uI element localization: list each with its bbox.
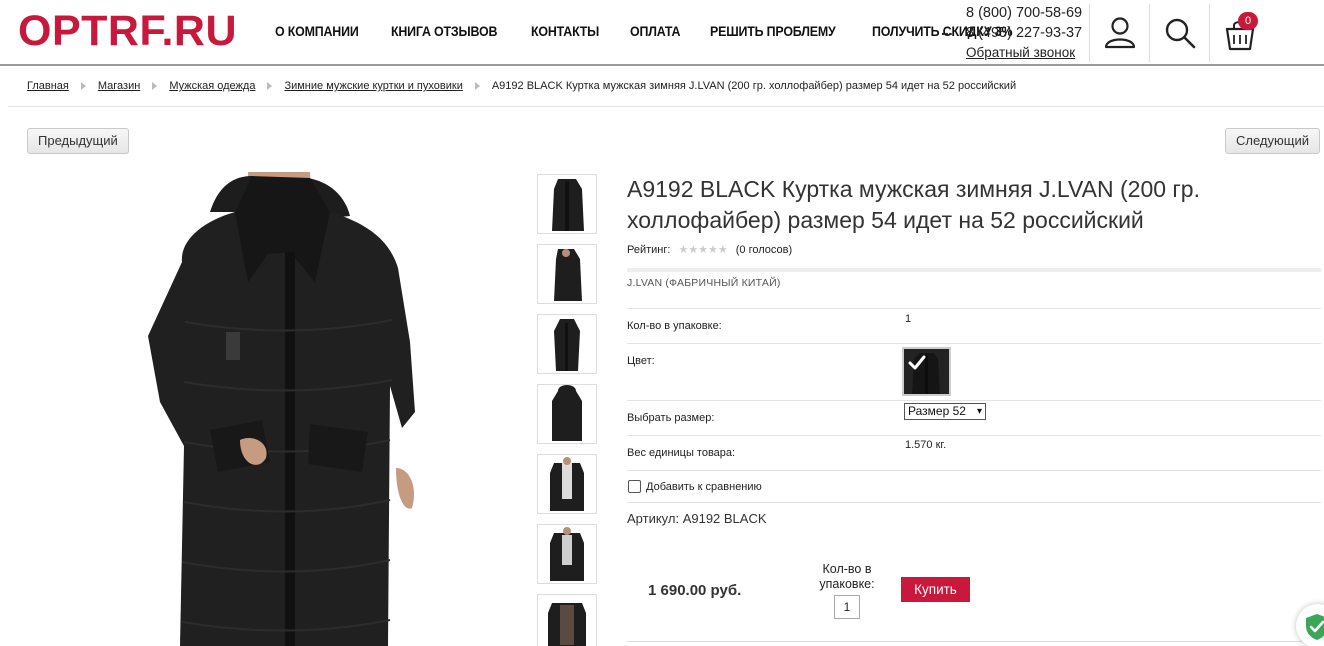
pack-quantity-label: Кол-во в упаковке: — [627, 320, 722, 332]
buy-button[interactable]: Купить — [901, 577, 970, 602]
cart-button[interactable] — [1209, 4, 1269, 62]
product-thumbnail[interactable] — [537, 384, 597, 444]
breadcrumb-winter-jackets[interactable]: Зимние мужские куртки и пуховики — [284, 80, 462, 92]
compare-checkbox-row[interactable]: Добавить к сравнению — [628, 480, 762, 493]
product-sku: Артикул: A9192 BLACK — [627, 511, 767, 526]
product-thumbnail[interactable] — [537, 244, 597, 304]
divider — [627, 502, 1321, 503]
breadcrumb-shop[interactable]: Магазин — [98, 80, 140, 92]
product-thumbnail[interactable] — [537, 594, 597, 646]
product-thumbnail[interactable] — [537, 174, 597, 234]
previous-product-button[interactable]: Предыдущий — [27, 128, 129, 154]
divider — [8, 106, 1324, 107]
size-select[interactable]: Размер 52 ▾ — [904, 403, 986, 420]
nav-solve-problem[interactable]: РЕШИТЬ ПРОБЛЕМУ — [710, 24, 836, 39]
nav-contacts[interactable]: КОНТАКТЫ — [531, 24, 599, 39]
divider — [627, 641, 1324, 642]
phone-2[interactable]: 8 (495) 227-93-37 — [966, 23, 1082, 43]
divider — [627, 470, 1321, 471]
chevron-down-icon: ▾ — [976, 406, 982, 417]
site-header: OPTRF.RU О КОМПАНИИ КНИГА ОТЗЫВОВ КОНТАК… — [0, 0, 1324, 66]
breadcrumb-separator-icon — [152, 82, 158, 90]
phone-1[interactable]: 8 (800) 700-58-69 — [966, 3, 1082, 23]
product-thumbnail[interactable] — [537, 524, 597, 584]
product-thumbnail[interactable] — [537, 454, 597, 514]
product-rating: Рейтинг: ★★★★★ (0 голосов) — [627, 243, 793, 257]
divider — [627, 308, 1321, 309]
divider — [627, 435, 1321, 436]
breadcrumb-separator-icon — [267, 82, 273, 90]
color-swatch-black[interactable] — [902, 347, 951, 396]
size-label: Выбрать размер: — [627, 412, 715, 424]
order-quantity-input[interactable]: 1 — [834, 595, 860, 619]
shield-check-icon — [1306, 614, 1324, 640]
breadcrumb: Главная Магазин Мужская одежда Зимние му… — [27, 80, 1016, 92]
rating-label: Рейтинг: — [627, 243, 671, 256]
user-icon — [1104, 17, 1136, 49]
unit-weight-value: 1.570 кг. — [905, 439, 947, 451]
breadcrumb-mens-clothing[interactable]: Мужская одежда — [169, 80, 255, 92]
checkmark-icon — [904, 349, 949, 394]
divider — [627, 268, 1321, 272]
product-thumbnail[interactable] — [537, 314, 597, 374]
main-nav: О КОМПАНИИ КНИГА ОТЗЫВОВ КОНТАКТЫ ОПЛАТА… — [275, 24, 1049, 39]
divider — [627, 400, 1321, 401]
security-badge[interactable] — [1296, 604, 1324, 646]
compare-label[interactable]: Добавить к сравнению — [646, 481, 762, 493]
account-button[interactable] — [1089, 4, 1149, 62]
breadcrumb-home[interactable]: Главная — [27, 80, 69, 92]
compare-checkbox[interactable] — [628, 480, 641, 493]
order-quantity-label: Кол-во в упаковке: — [819, 562, 875, 591]
product-brand: J.LVAN (ФАБРИЧНЫЙ КИТАЙ) — [627, 277, 781, 289]
jacket-photo — [148, 172, 415, 646]
divider — [627, 343, 1321, 344]
rating-votes: (0 голосов) — [735, 243, 793, 256]
unit-weight-label: Вес единицы товара: — [627, 447, 736, 459]
cart-count-badge: 0 — [1238, 12, 1258, 30]
callback-link[interactable]: Обратный звонок — [966, 43, 1082, 63]
pack-quantity-value: 1 — [905, 313, 912, 325]
site-logo[interactable]: OPTRF.RU — [18, 6, 237, 56]
color-label: Цвет: — [627, 355, 655, 367]
next-product-button[interactable]: Следующий — [1225, 128, 1320, 154]
product-title: A9192 BLACK Куртка мужская зимняя J.LVAN… — [627, 176, 1200, 233]
thumbnail-list — [537, 174, 597, 646]
nav-payment[interactable]: ОПЛАТА — [630, 24, 681, 39]
phone-block: 8 (800) 700-58-69 8 (495) 227-93-37 Обра… — [966, 3, 1082, 63]
search-icon — [1165, 18, 1196, 49]
product-price: 1 690.00 руб. — [648, 582, 742, 599]
breadcrumb-separator-icon — [80, 82, 86, 90]
nav-more-button[interactable]: ... — [941, 22, 953, 38]
nav-reviews[interactable]: КНИГА ОТЗЫВОВ — [391, 24, 497, 39]
search-button[interactable] — [1149, 4, 1209, 62]
breadcrumb-separator-icon — [474, 82, 480, 90]
product-main-image[interactable] — [140, 172, 440, 646]
rating-stars-icon[interactable]: ★★★★★ — [678, 243, 727, 256]
nav-about[interactable]: О КОМПАНИИ — [275, 24, 359, 39]
size-select-value: Размер 52 — [908, 404, 966, 418]
breadcrumb-current: A9192 BLACK Куртка мужская зимняя J.LVAN… — [491, 80, 1017, 92]
